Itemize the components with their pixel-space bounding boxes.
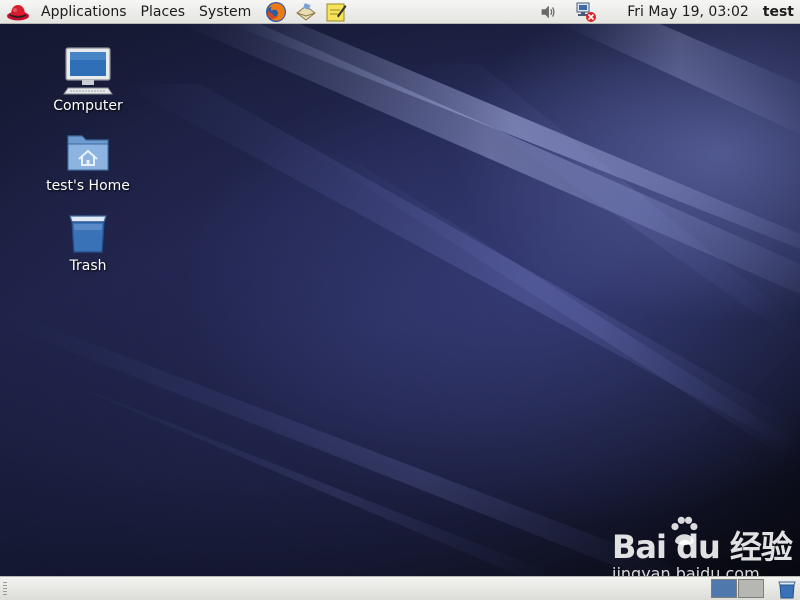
- mail-icon: [296, 2, 317, 21]
- workspace-2[interactable]: [738, 579, 764, 598]
- panel-grip[interactable]: [3, 582, 7, 596]
- user-name[interactable]: test: [763, 4, 794, 20]
- redhat-logo-icon[interactable]: [6, 2, 30, 22]
- volume-icon: [541, 5, 555, 18]
- trash-icon: [69, 215, 107, 253]
- volume-control[interactable]: [537, 1, 559, 23]
- network-disconnected-icon: [576, 2, 597, 22]
- system-menu[interactable]: System: [192, 1, 258, 23]
- firefox-launcher[interactable]: [264, 1, 288, 23]
- top-panel: Applications Places System Fri May 19, 0…: [0, 0, 800, 24]
- places-menu[interactable]: Places: [134, 1, 193, 23]
- watermark-brand: Bai du 经验: [612, 528, 793, 566]
- desktop-icon-computer[interactable]: Computer: [38, 46, 138, 114]
- desktop[interactable]: Computer test's Home Trash Bai du 经验 jin…: [0, 24, 800, 576]
- clock[interactable]: Fri May 19, 03:02: [627, 4, 749, 20]
- desktop-icon-label: Trash: [69, 258, 107, 274]
- desktop-icon-label: Computer: [53, 98, 123, 114]
- home-folder-icon: [67, 135, 109, 171]
- desktop-icon-label: test's Home: [46, 178, 130, 194]
- bottom-panel: [0, 576, 800, 600]
- watermark-site: jingyan.baidu.com: [612, 564, 760, 576]
- mail-launcher[interactable]: [294, 1, 318, 23]
- trash-applet-icon[interactable]: [776, 578, 798, 600]
- watermark: Bai du 经验 jingyan.baidu.com: [612, 514, 793, 576]
- desktop-icon-home[interactable]: test's Home: [38, 126, 138, 194]
- desktop-icon-trash[interactable]: Trash: [38, 206, 138, 274]
- network-status[interactable]: [575, 1, 597, 23]
- applications-menu[interactable]: Applications: [34, 1, 134, 23]
- notes-icon: [326, 3, 347, 21]
- firefox-icon: [266, 1, 287, 22]
- workspace-1[interactable]: [711, 579, 737, 598]
- notes-launcher[interactable]: [324, 1, 348, 23]
- computer-icon: [63, 47, 113, 95]
